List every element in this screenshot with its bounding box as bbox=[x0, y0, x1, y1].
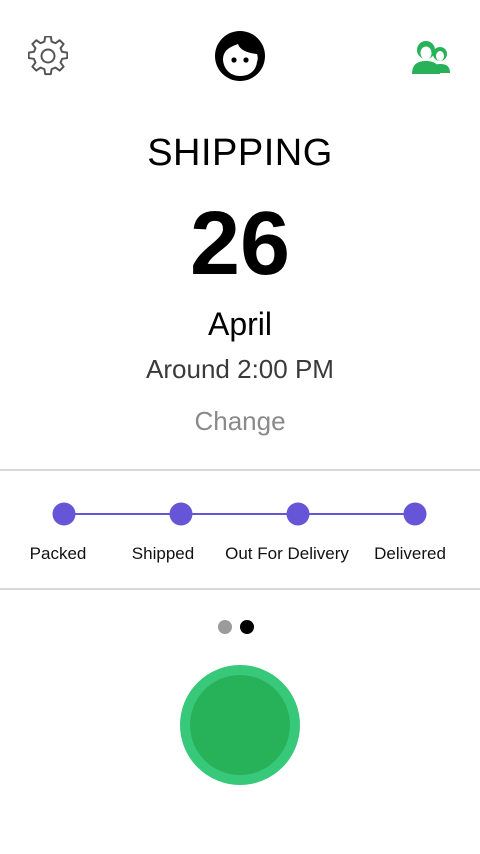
delivery-day: 26 bbox=[189, 194, 291, 294]
gear-icon[interactable] bbox=[28, 36, 68, 76]
top-bar bbox=[0, 0, 480, 112]
divider-bottom bbox=[0, 588, 480, 590]
divider-top bbox=[0, 469, 480, 471]
delivery-month: April bbox=[207, 306, 272, 342]
page-indicator bbox=[218, 620, 262, 636]
progress-step-packed-dot bbox=[52, 502, 76, 526]
change-link[interactable]: Change bbox=[0, 406, 480, 437]
people-icon[interactable] bbox=[410, 36, 452, 76]
progress-step-shipped-label: Shipped bbox=[131, 544, 195, 563]
progress-tracker bbox=[52, 502, 427, 526]
progress-step-packed-label: Packed bbox=[29, 544, 87, 563]
progress-step-delivered-label: Delivered bbox=[374, 544, 446, 563]
progress-step-delivered-dot bbox=[403, 502, 427, 526]
face-avatar-icon[interactable] bbox=[214, 30, 266, 82]
page-title: SHIPPING bbox=[147, 132, 333, 174]
action-button-inner bbox=[190, 675, 290, 775]
action-button[interactable] bbox=[180, 665, 300, 785]
progress-step-out-for-delivery-dot bbox=[286, 502, 310, 526]
progress-step-out-for-delivery-label: Out For Delivery bbox=[225, 544, 349, 563]
progress-step-shipped-dot bbox=[169, 502, 193, 526]
delivery-time: Around 2:00 PM bbox=[146, 354, 334, 384]
page-dot-1[interactable] bbox=[218, 620, 232, 634]
page-dot-2[interactable] bbox=[240, 620, 254, 634]
